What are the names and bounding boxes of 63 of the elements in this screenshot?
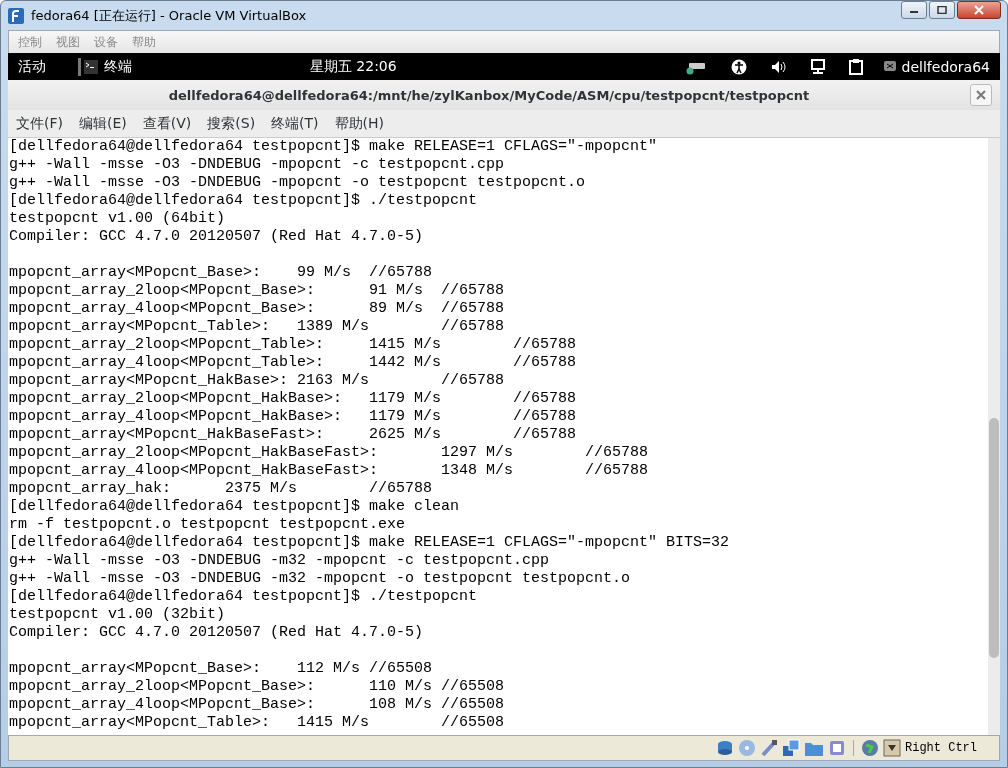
terminal-line: mpopcnt_array_4loop<MPopcnt_HakBase>: 1179 M/s //65788 (9, 408, 578, 426)
terminal-line: g++ -Wall -msse -O3 -DNDEBUG -mpopcnt -c testpopcnt.cpp (9, 156, 506, 174)
clock[interactable]: 星期五 22:06 (132, 57, 685, 76)
terminal-line: g++ -Wall -msse -O3 -DNDEBUG -m32 -mpopcnt -c testpopcnt.cpp (9, 552, 551, 570)
terminal-line: mpopcnt_array<MPopcnt_Table>: 1415 M/s //65508 (9, 714, 506, 732)
terminal-line: mpopcnt_array_2loop<MPopcnt_HakBase>: 1179 M/s //65788 (9, 390, 578, 408)
terminal-line: [dellfedora64@dellfedora64 testpopcnt]$ make RELEASE=1 CFLAGS="-mpopcnt" (9, 138, 659, 156)
close-icon (976, 90, 986, 100)
menu-item[interactable]: 编辑(E) (79, 114, 127, 133)
menu-item[interactable]: 帮助(H) (334, 114, 385, 133)
terminal-line: mpopcnt_array_2loop<MPopcnt_Table>: 1415 M/s //65788 (9, 336, 578, 354)
scrollbar-thumb[interactable] (989, 418, 999, 658)
chip-icon[interactable] (828, 739, 846, 757)
terminal-line: mpopcnt_array_4loop<MPopcnt_HakBaseFast>: 1348 M/s //65788 (9, 462, 650, 480)
terminal-line: mpopcnt_array<MPopcnt_HakBase>: 2163 M/s //65788 (9, 372, 506, 390)
terminal-line: mpopcnt_array_2loop<MPopcnt_HakBaseFast>: 1297 M/s //65788 (9, 444, 650, 462)
chat-icon (882, 59, 897, 74)
menu-item[interactable]: 搜索(S) (207, 114, 256, 133)
close-button[interactable] (957, 1, 1001, 19)
clipboard-icon[interactable] (848, 58, 863, 75)
activities-button[interactable]: 活动 (18, 57, 78, 76)
terminal-line: Compiler: GCC 4.7.0 20120507 (Red Hat 4.7.0-5) (9, 624, 425, 642)
terminal-line: [dellfedora64@dellfedora64 testpopcnt]$ ./testpopcnt (9, 192, 479, 210)
terminal-line: mpopcnt_array<MPopcnt_HakBaseFast>: 2625 M/s //65788 (9, 426, 578, 444)
app-logo-icon (7, 6, 25, 25)
network-adapter-icon[interactable] (782, 739, 800, 757)
terminal-title: dellfedora64@dellfedora64:/mnt/he/zylKanbox/MyCode/ASM/cpu/testpopcnt/testpopcnt (167, 87, 811, 103)
hard-disk-icon[interactable] (716, 739, 734, 757)
maximize-button[interactable] (929, 1, 955, 19)
terminal-line: mpopcnt_array_4loop<MPopcnt_Base>: 89 M/s //65788 (9, 300, 506, 318)
terminal-icon (84, 59, 98, 74)
terminal-line: mpopcnt_array_2loop<MPopcnt_Base>: 110 M/s //65508 (9, 678, 506, 696)
close-button[interactable] (970, 84, 992, 106)
menu-item[interactable]: 终端(T) (271, 114, 319, 133)
terminal-line: mpopcnt_array_2loop<MPopcnt_Base>: 91 M/s //65788 (9, 282, 506, 300)
terminal-line: [dellfedora64@dellfedora64 testpopcnt]$ ./testpopcnt (9, 588, 479, 606)
host-key-label: Right Ctrl (905, 741, 977, 755)
minimize-button[interactable] (901, 1, 927, 19)
usb-plug-icon[interactable] (760, 739, 778, 757)
terminal-line: mpopcnt_array_hak: 2375 M/s //65788 (9, 480, 434, 498)
menu-item[interactable]: 查看(V) (142, 114, 192, 133)
terminal-line: rm -f testpopcnt.o testpopcnt testpopcnt.exe (9, 516, 407, 534)
maximize-icon (937, 6, 947, 14)
menu-item[interactable]: 文件(F) (16, 114, 63, 133)
terminal-line: mpopcnt_array<MPopcnt_Base>: 112 M/s //65508 (9, 660, 434, 678)
terminal-line: mpopcnt_array_4loop<MPopcnt_Table>: 1442 M/s //65788 (9, 354, 578, 372)
volume-icon[interactable] (770, 59, 787, 74)
terminal-line: g++ -Wall -msse -O3 -DNDEBUG -mpopcnt -o testpopcnt testpopcnt.o (9, 174, 587, 192)
terminal-line: g++ -Wall -msse -O3 -DNDEBUG -m32 -mpopcnt -o testpopcnt testpopcnt.o (9, 570, 632, 588)
terminal-line: testpopcnt v1.00 (64bit) (9, 210, 227, 228)
user-menu[interactable]: dellfedora64 (901, 58, 990, 75)
terminal-line: mpopcnt_array_4loop<MPopcnt_Base>: 108 M/s //65508 (9, 696, 506, 714)
terminal-line: Compiler: GCC 4.7.0 20120507 (Red Hat 4.7.0-5) (9, 228, 425, 246)
monitor-icon[interactable] (810, 58, 825, 75)
terminal-line: mpopcnt_array<MPopcnt_Table>: 1389 M/s //65788 (9, 318, 506, 336)
terminal-line: [dellfedora64@dellfedora64 testpopcnt]$ make RELEASE=1 CFLAGS="-mpopcnt" BITS=32 (9, 534, 731, 552)
close-icon (974, 5, 984, 15)
terminal-line: mpopcnt_array<MPopcnt_Base>: 99 M/s //65788 (9, 264, 434, 282)
accessibility-icon[interactable] (730, 58, 747, 75)
terminal-line: testpopcnt v1.00 (32bit) (9, 606, 227, 624)
app-menu[interactable]: 终端 (104, 57, 132, 76)
window-title: fedora64 [正在运行] - Oracle VM VirtualBox (31, 6, 308, 25)
terminal-line: [dellfedora64@dellfedora64 testpopcnt]$ make clean (9, 498, 461, 516)
